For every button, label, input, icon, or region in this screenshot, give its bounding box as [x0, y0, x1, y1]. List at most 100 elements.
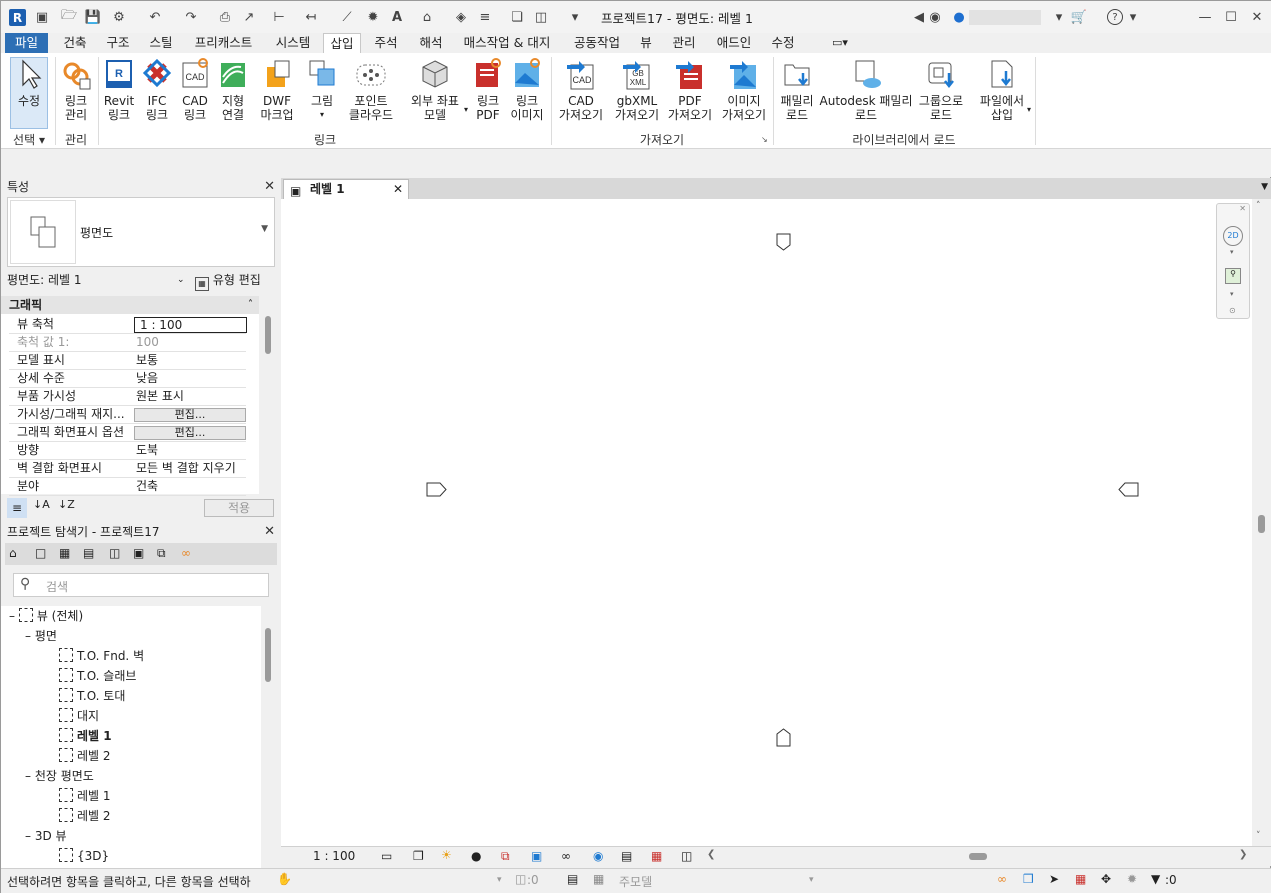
sync-icon[interactable]: ⚙ [111, 9, 127, 25]
image-button[interactable]: 그림 ▾ [303, 57, 341, 122]
link-image-button[interactable]: 링크 이미지 [507, 57, 547, 122]
user-icon[interactable]: ● [951, 9, 967, 25]
scroll-up-icon[interactable]: ˄ [1256, 201, 1261, 211]
close-tab-icon[interactable]: ✕ [393, 180, 403, 198]
redo-icon[interactable]: ↷ [183, 9, 199, 25]
image-dropdown-icon[interactable]: ▾ [320, 108, 324, 122]
select-pinned-icon[interactable]: ➤ [1049, 872, 1059, 886]
scroll-thumb[interactable] [265, 628, 271, 682]
properties-scrollbar[interactable] [261, 296, 275, 494]
workset-dropdown-icon[interactable]: ▾ [497, 875, 502, 885]
line-icon[interactable]: ⟋ [339, 9, 355, 25]
insert-dropdown-icon[interactable]: ▾ [1027, 105, 1031, 114]
home-icon[interactable]: ⌂ [9, 546, 17, 560]
background-processes-icon[interactable]: ✹ [1127, 872, 1137, 886]
main-model-label[interactable]: 주모델 [619, 873, 652, 890]
terrain-link-button[interactable]: 지형 연결 [214, 57, 252, 122]
thin-lines-icon[interactable]: ≡ [477, 9, 493, 25]
edit-type-button[interactable]: ▦ 유형 편집 [195, 270, 275, 291]
link-pdf-button[interactable]: 링크 PDF [469, 57, 507, 122]
view-icon[interactable]: □ [35, 546, 46, 560]
cad-import-button[interactable]: CAD CAD 가져오기 [555, 57, 607, 122]
editing-requests-icon[interactable]: ▤ [567, 872, 578, 886]
select-links-icon[interactable]: ∞ [997, 872, 1007, 886]
detail-level-icon[interactable]: ▭ [381, 849, 392, 863]
elevation-marker-south[interactable] [776, 728, 792, 748]
tab-systems[interactable]: 시스템 [267, 33, 319, 53]
graphics-section-header[interactable]: 그래픽 ˄ [1, 296, 259, 314]
tree-leaf-ceiling[interactable]: 레벨 1 [59, 786, 111, 806]
sun-path-icon[interactable]: ☀ [441, 848, 452, 862]
scroll-right-icon[interactable]: ❯ [1239, 849, 1247, 860]
ribbon-toggle-icon[interactable]: ▭▾ [823, 33, 857, 53]
tree-leaf-ceiling[interactable]: 레벨 2 [59, 806, 111, 826]
dimension-icon[interactable]: ↤ [303, 9, 319, 25]
design-options-icon[interactable]: ▦ [593, 872, 604, 886]
steering-wheel-2d-icon[interactable]: 2D [1223, 226, 1243, 246]
tag-icon[interactable]: ✹ [365, 9, 381, 25]
load-family-button[interactable]: 패밀리 로드 [777, 57, 817, 122]
categorize-icon[interactable]: ≡ [7, 498, 27, 518]
select-underlay-icon[interactable]: ❒ [1023, 872, 1034, 886]
apply-button[interactable]: 적용 [204, 499, 274, 517]
tab-precast[interactable]: 프리캐스트 [186, 33, 261, 53]
close-icon[interactable]: ✕ [264, 523, 275, 541]
tab-modify[interactable]: 수정 [765, 33, 801, 53]
insert-from-file-button[interactable]: 파일에서 삽입 [975, 57, 1029, 122]
section-icon[interactable]: ◈ [453, 9, 469, 25]
search-arrow-icon[interactable]: ◀ [911, 9, 927, 25]
maximize-icon[interactable]: ☐ [1223, 9, 1239, 25]
tree-leaf-plan[interactable]: T.O. Fnd. 벽 [59, 646, 144, 666]
browser-scrollbar[interactable] [261, 606, 275, 868]
navbar-options-icon[interactable]: ⊙ [1229, 306, 1236, 315]
switch-windows-icon[interactable]: ◫ [533, 9, 549, 25]
revit-link-button[interactable]: R Revit 링크 [100, 57, 138, 122]
tree-leaf-plan-active[interactable]: 레벨 1 [59, 726, 112, 746]
tab-level-1[interactable]: ▣ 레벨 1 ✕ [283, 179, 409, 199]
tab-architecture[interactable]: 건축 [55, 33, 95, 53]
tree-leaf-plan[interactable]: T.O. 토대 [59, 686, 125, 706]
instance-filter[interactable]: 평면도: 레벨 1 ⌄ [7, 270, 187, 290]
prop-row[interactable]: 부품 가시성 원본 표시 [9, 388, 246, 406]
dwf-markup-button[interactable]: DWF 마크업 [255, 57, 299, 122]
crop-view-icon[interactable]: ⧉ [501, 849, 510, 864]
tree-leaf-plan[interactable]: T.O. 슬래브 [59, 666, 136, 686]
sort-ascending-icon[interactable]: ↓A [33, 498, 50, 511]
tree-node-3d-views[interactable]: – 3D 뷰 [25, 826, 67, 846]
save-icon[interactable]: 💾 [85, 9, 101, 25]
text-icon[interactable]: A [389, 9, 405, 25]
type-selector[interactable]: 평면도 ▼ [7, 197, 275, 267]
view-scale-input[interactable]: 1 : 100 [134, 317, 247, 333]
select-by-face-icon[interactable]: ▦ [1075, 872, 1086, 886]
export-icon[interactable]: ↗ [241, 9, 257, 25]
shadows-icon[interactable]: ● [471, 849, 481, 863]
measure-icon[interactable]: ⊢ [271, 9, 287, 25]
cad-link-button[interactable]: CAD CAD 링크 [176, 57, 214, 122]
reveal-hidden-icon[interactable]: ▤ [621, 849, 632, 863]
open-icon[interactable]: 🗁 [61, 8, 77, 25]
prop-row[interactable]: 벽 결합 화면표시 모든 벽 결합 지우기 [9, 460, 246, 478]
sort-descending-icon[interactable]: ↓Z [58, 498, 75, 511]
zoom-dropdown-icon[interactable]: ▾ [1230, 290, 1234, 298]
close-navbar-icon[interactable]: ✕ [1239, 204, 1246, 213]
binoculars-icon[interactable]: ◉ [927, 9, 943, 25]
tree-node-ceiling-plans[interactable]: – 천장 평면도 [25, 766, 94, 786]
elevation-marker-north[interactable] [776, 233, 792, 251]
home-icon[interactable]: ▣ [34, 9, 50, 25]
3d-view-icon[interactable]: ⌂ [419, 9, 435, 25]
press-drag-icon[interactable]: ✋ [277, 872, 292, 886]
visual-style-icon[interactable]: ❐ [413, 849, 424, 863]
scroll-thumb[interactable] [1258, 515, 1265, 533]
drag-elements-icon[interactable]: ✥ [1101, 872, 1111, 886]
canvas-vertical-scrollbar[interactable]: ˄ ˅ [1252, 199, 1271, 846]
tab-steel[interactable]: 스틸 [144, 33, 178, 53]
tab-view[interactable]: 뷰 [633, 33, 659, 53]
tree-node-floor-plans[interactable]: – 평면 [25, 626, 57, 646]
schedule-icon[interactable]: ▤ [83, 546, 94, 560]
image-import-button[interactable]: 이미지 가져오기 [717, 57, 771, 122]
coordination-dropdown-icon[interactable]: ▾ [464, 105, 468, 114]
tab-list-icon[interactable]: ▼ [1261, 182, 1268, 192]
load-as-group-button[interactable]: 그룹으로 로드 [915, 57, 967, 122]
tab-structure[interactable]: 구조 [101, 33, 135, 53]
graphic-display-edit-button[interactable]: 편집... [134, 426, 246, 440]
